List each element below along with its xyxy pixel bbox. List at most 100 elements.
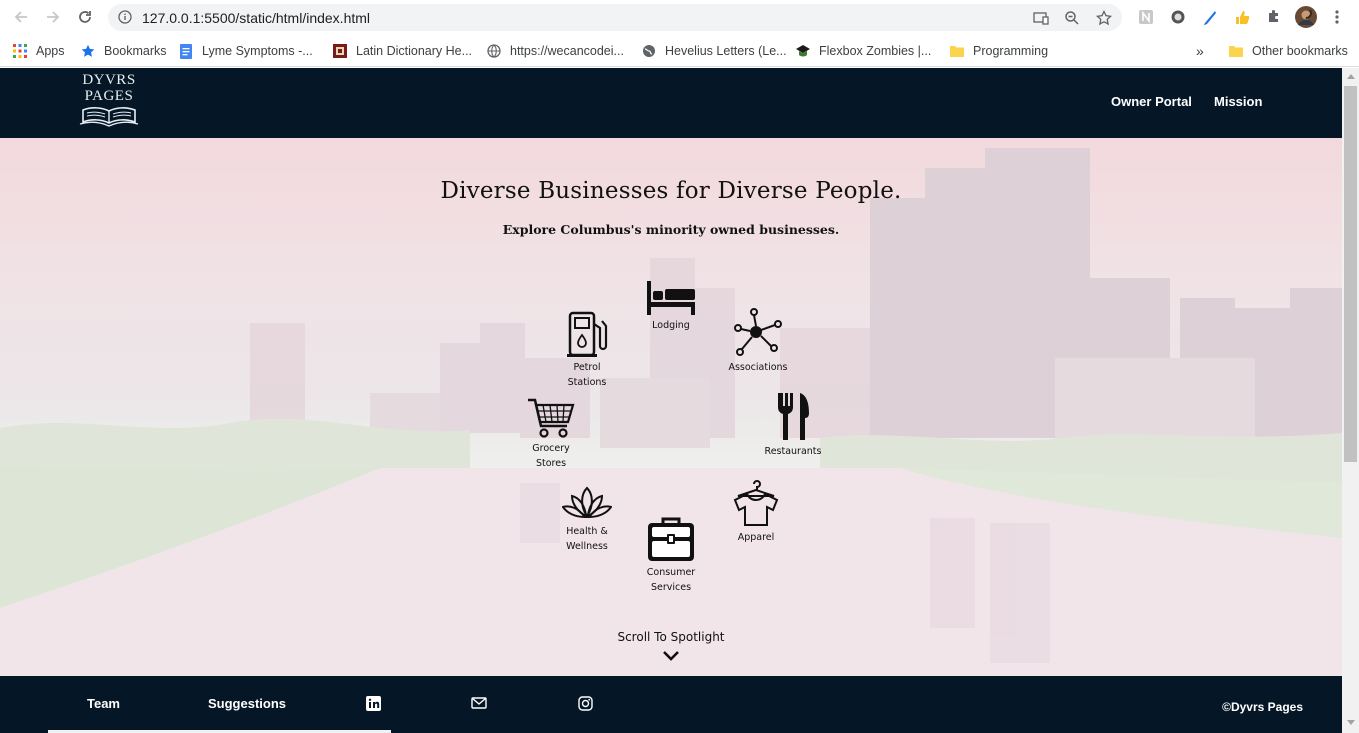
scroll-down-arrow-icon[interactable]	[1346, 718, 1355, 727]
folder-icon	[1228, 43, 1244, 59]
category-label: Petrol	[573, 362, 601, 373]
category-apparel[interactable]: Apparel	[711, 478, 801, 545]
category-health-wellness[interactable]: Health & Wellness	[542, 486, 632, 554]
browser-menu-icon[interactable]	[1327, 7, 1347, 27]
fuel-pump-icon	[567, 311, 608, 357]
bookmark-latin[interactable]: Latin Dictionary He...	[332, 41, 472, 61]
bookmark-label: Lyme Symptoms -...	[202, 44, 313, 58]
bookmark-programming[interactable]: Programming	[949, 41, 1048, 61]
bookmark-label: Programming	[973, 44, 1049, 58]
bed-icon	[647, 281, 695, 315]
category-label-line-2: Stores	[535, 458, 567, 469]
site-footer: Team Suggestions ©Dyvrs Pages	[0, 676, 1342, 733]
category-label: Apparel	[737, 532, 775, 543]
bookmarks-bar: Apps Bookmarks Lyme Symptoms -... Latin …	[0, 35, 1359, 67]
hero-subtitle: Explore Columbus's minority owned busine…	[502, 222, 840, 237]
bookmarks-overflow-button[interactable]: »	[1196, 41, 1204, 61]
globe-icon	[641, 43, 657, 59]
profile-avatar-icon[interactable]	[1294, 5, 1318, 29]
bookmark-flexbox[interactable]: Flexbox Zombies |...	[795, 41, 931, 61]
star-icon	[80, 43, 96, 59]
extensions-puzzle-icon[interactable]	[1264, 7, 1284, 27]
bookmark-label: https://wecancodei...	[510, 44, 624, 58]
web-page: DYVRS PAGES Owner Portal Mission Diverse…	[0, 68, 1342, 733]
category-label-line-2: Services	[650, 582, 692, 593]
bookmark-hevelius[interactable]: Hevelius Letters (Le...	[641, 41, 787, 61]
address-bar[interactable]: 127.0.0.1:5500/static/html/index.html	[108, 4, 1122, 31]
instagram-icon[interactable]	[577, 695, 593, 711]
fork-knife-icon	[778, 393, 809, 440]
forward-button[interactable]	[42, 6, 64, 28]
city-skyline-background	[0, 148, 1342, 676]
category-label: Grocery	[532, 443, 570, 454]
copyright-text: ©Dyvrs Pages	[1222, 700, 1303, 714]
reload-icon	[79, 11, 91, 23]
open-book-icon	[79, 107, 139, 127]
zoom-icon[interactable]	[1063, 9, 1081, 27]
category-label-line-2: Stations	[567, 377, 607, 388]
briefcase-icon	[648, 517, 694, 561]
scroll-to-spotlight-link[interactable]: Scroll To Spotlight	[0, 630, 1342, 644]
bookmark-other[interactable]: Other bookmarks	[1228, 41, 1348, 61]
category-grocery-stores[interactable]: Grocery Stores	[506, 397, 596, 471]
bookmark-apps[interactable]: Apps	[12, 41, 65, 61]
category-label: Associations	[728, 362, 788, 373]
bookmark-label: Apps	[36, 44, 65, 58]
extension-circle-icon[interactable]	[1168, 7, 1188, 27]
lotus-icon	[562, 486, 612, 519]
bookmark-label: Other bookmarks	[1252, 44, 1348, 58]
scrollbar-thumb[interactable]	[1344, 86, 1357, 462]
category-associations[interactable]: Associations	[713, 308, 803, 375]
extension-pen-icon[interactable]	[1200, 7, 1220, 27]
globe-icon	[486, 43, 502, 59]
footer-suggestions-link[interactable]: Suggestions	[208, 696, 286, 711]
site-logo[interactable]: DYVRS PAGES	[77, 72, 141, 134]
logo-line-1: DYVRS	[82, 72, 136, 88]
hero-title: Diverse Businesses for Diverse People.	[440, 178, 902, 204]
category-consumer-services[interactable]: Consumer Services	[626, 515, 716, 595]
linkedin-icon[interactable]	[365, 695, 381, 711]
scroll-up-arrow-icon[interactable]	[1346, 72, 1355, 81]
category-petrol-stations[interactable]: Petrol Stations	[542, 310, 632, 390]
overflow-chevron-label: »	[1196, 43, 1204, 59]
bookmark-label: Flexbox Zombies |...	[819, 44, 932, 58]
bookmark-label: Bookmarks	[104, 44, 167, 58]
shopping-cart-icon	[528, 398, 575, 438]
chevron-down-icon[interactable]	[661, 650, 681, 662]
footer-team-link[interactable]: Team	[87, 696, 120, 711]
page-scrollbar[interactable]	[1342, 68, 1359, 733]
forward-arrow-icon	[47, 11, 60, 23]
bookmark-wecancode[interactable]: https://wecancodei...	[486, 41, 624, 61]
bookmark-bookmarks[interactable]: Bookmarks	[80, 41, 167, 61]
category-label: Restaurants	[764, 446, 822, 457]
category-restaurants[interactable]: Restaurants	[748, 392, 838, 459]
extension-n-icon[interactable]	[1136, 7, 1156, 27]
mail-icon[interactable]	[471, 695, 487, 711]
site-info-icon[interactable]	[118, 10, 132, 29]
back-button[interactable]	[10, 6, 32, 28]
zombie-icon	[795, 43, 811, 59]
hero-section: Diverse Businesses for Diverse People. E…	[0, 138, 1342, 676]
back-arrow-icon	[14, 11, 27, 23]
reload-button[interactable]	[74, 6, 96, 28]
logo-line-2: PAGES	[84, 88, 134, 104]
category-label: Lodging	[652, 320, 690, 331]
docs-icon	[178, 43, 194, 59]
folder-icon	[949, 43, 965, 59]
category-lodging[interactable]: Lodging	[626, 278, 716, 333]
apps-grid-icon	[12, 43, 28, 59]
cast-icon[interactable]	[1032, 9, 1050, 27]
nav-mission[interactable]: Mission	[1214, 94, 1262, 109]
extension-thumb-icon[interactable]	[1232, 7, 1252, 27]
category-label: Health &	[566, 526, 608, 537]
url-text[interactable]: 127.0.0.1:5500/static/html/index.html	[142, 10, 370, 26]
category-label: Consumer	[646, 567, 696, 578]
bookmark-lyme[interactable]: Lyme Symptoms -...	[178, 41, 313, 61]
bookmark-label: Latin Dictionary He...	[356, 44, 473, 58]
bookmark-label: Hevelius Letters (Le...	[665, 44, 787, 58]
bookmark-star-icon[interactable]	[1095, 9, 1113, 27]
nav-owner-portal[interactable]: Owner Portal	[1111, 94, 1192, 109]
category-label-line-2: Wellness	[566, 541, 608, 552]
shirt-icon	[733, 480, 779, 526]
site-header: DYVRS PAGES Owner Portal Mission	[0, 68, 1342, 138]
